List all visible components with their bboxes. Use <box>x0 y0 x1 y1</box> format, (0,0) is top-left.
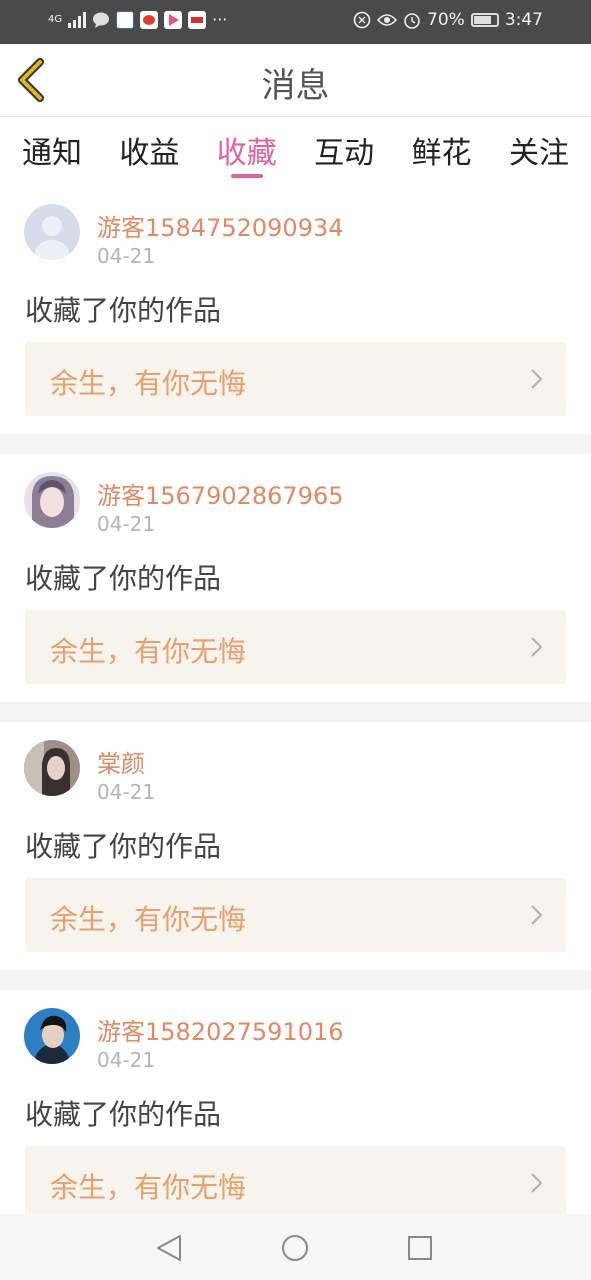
status-bar: 4G ··· 70% 3:47 <box>0 0 591 44</box>
username[interactable]: 游客1567902867965 <box>97 476 344 511</box>
header: 消息 <box>0 44 591 117</box>
nav-back-icon[interactable] <box>154 1232 186 1264</box>
divider <box>0 970 591 990</box>
tab-flowers[interactable]: 鲜花 <box>412 118 472 182</box>
system-nav-bar <box>0 1214 591 1280</box>
tab-follows[interactable]: 关注 <box>509 118 569 182</box>
action-text: 收藏了你的作品 <box>25 562 222 595</box>
tab-notifications[interactable]: 通知 <box>22 118 82 182</box>
status-bar-right: 70% 3:47 <box>353 10 543 30</box>
work-link[interactable]: 余生，有你无悔 <box>25 878 566 952</box>
message-date: 04-21 <box>97 1048 156 1072</box>
message-date: 04-21 <box>97 512 156 536</box>
more-notifications: ··· <box>212 10 228 29</box>
data-saver-icon <box>353 11 371 29</box>
avatar[interactable] <box>24 472 80 528</box>
list-item: 游客1567902867965 04-21 收藏了你的作品 余生，有你无悔 <box>0 454 591 702</box>
avatar[interactable] <box>24 204 80 260</box>
default-avatar-icon <box>24 204 80 260</box>
battery-icon <box>470 13 499 27</box>
baidu-app-icon <box>116 10 135 29</box>
work-link[interactable]: 余生，有你无悔 <box>25 1146 566 1220</box>
work-link[interactable]: 余生，有你无悔 <box>25 342 566 416</box>
user-photo-avatar <box>24 472 80 528</box>
list-item: 游客1584752090934 04-21 收藏了你的作品 余生，有你无悔 <box>0 186 591 434</box>
message-list: 游客1584752090934 04-21 收藏了你的作品 余生，有你无悔 游客… <box>0 186 591 1238</box>
action-text: 收藏了你的作品 <box>25 1098 222 1131</box>
message-date: 04-21 <box>97 244 156 268</box>
avatar[interactable] <box>24 740 80 796</box>
chevron-right-icon <box>531 1173 543 1193</box>
username[interactable]: 棠颜 <box>97 744 145 779</box>
action-text: 收藏了你的作品 <box>25 830 222 863</box>
status-bar-left: 4G ··· <box>48 10 227 29</box>
tab-bar: 通知 收益 收藏 互动 鲜花 关注 <box>0 118 591 182</box>
nav-home-icon[interactable] <box>279 1232 311 1264</box>
clock: 3:47 <box>504 10 543 30</box>
chevron-right-icon <box>531 369 543 389</box>
nav-recents-icon[interactable] <box>404 1232 436 1264</box>
username[interactable]: 游客1582027591016 <box>97 1012 344 1047</box>
tab-interactions[interactable]: 互动 <box>314 118 374 182</box>
list-item: 游客1582027591016 04-21 收藏了你的作品 余生，有你无悔 <box>0 990 591 1238</box>
work-title: 余生，有你无悔 <box>50 635 247 668</box>
battery-percent: 70% <box>427 10 465 30</box>
list-item: 棠颜 04-21 收藏了你的作品 余生，有你无悔 <box>0 722 591 970</box>
work-title: 余生，有你无悔 <box>50 903 247 936</box>
chevron-right-icon <box>531 905 543 925</box>
work-title: 余生，有你无悔 <box>50 367 247 400</box>
alarm-icon <box>404 13 420 29</box>
chevron-right-icon <box>531 637 543 657</box>
divider <box>0 702 591 722</box>
page-title: 消息 <box>261 66 330 106</box>
video-app-icon <box>164 10 183 29</box>
work-title: 余生，有你无悔 <box>50 1171 247 1204</box>
divider <box>0 434 591 454</box>
eye-icon <box>377 14 398 26</box>
tab-favorites[interactable]: 收藏 <box>217 118 277 182</box>
network-label: 4G <box>48 13 63 25</box>
signal-icon <box>68 11 87 28</box>
username[interactable]: 游客1584752090934 <box>97 208 344 243</box>
user-photo-avatar <box>24 1008 80 1064</box>
user-photo-avatar <box>24 740 80 796</box>
news-app-icon <box>188 10 207 29</box>
chat-app-icon <box>93 12 110 28</box>
action-text: 收藏了你的作品 <box>25 294 222 327</box>
work-link[interactable]: 余生，有你无悔 <box>25 610 566 684</box>
message-date: 04-21 <box>97 780 156 804</box>
tab-earnings[interactable]: 收益 <box>119 118 179 182</box>
avatar[interactable] <box>24 1008 80 1064</box>
weibo-app-icon <box>140 10 159 29</box>
